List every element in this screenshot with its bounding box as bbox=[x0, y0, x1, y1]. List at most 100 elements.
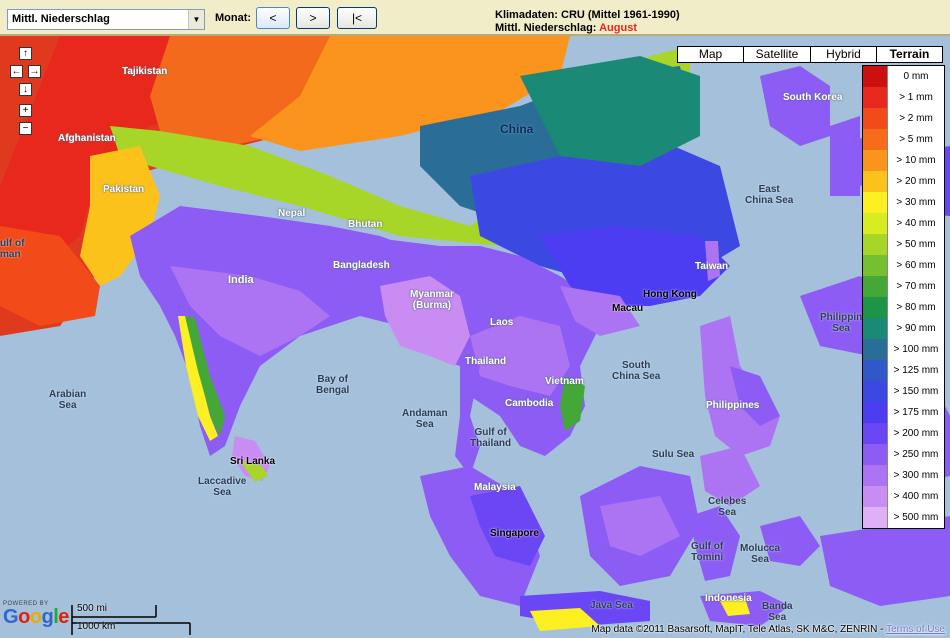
label-sri-lanka: Sri Lanka bbox=[230, 456, 276, 467]
label-cambodia: Cambodia bbox=[505, 398, 554, 409]
label-vietnam: Vietnam bbox=[545, 376, 584, 387]
label-java-sea: Java Sea bbox=[590, 600, 633, 611]
maptype-map-button[interactable]: Map bbox=[677, 46, 744, 63]
variable-select[interactable]: Mittl. Niederschlag ▼ bbox=[7, 9, 205, 30]
legend-label: > 400 mm bbox=[893, 491, 939, 502]
zoom-in-icon[interactable]: + bbox=[19, 104, 32, 117]
scale-bar: 500 mi 1000 km bbox=[70, 603, 230, 637]
pan-up-icon[interactable]: ↑ bbox=[19, 47, 32, 60]
legend-swatch bbox=[863, 339, 888, 360]
legend-row: > 100 mm bbox=[863, 339, 944, 360]
legend-swatch bbox=[863, 213, 888, 234]
legend-swatch bbox=[863, 66, 888, 87]
legend-row: > 50 mm bbox=[863, 234, 944, 255]
label-taiwan: Taiwan bbox=[695, 261, 729, 272]
label-thailand: Thailand bbox=[465, 356, 507, 367]
legend-swatch bbox=[863, 255, 888, 276]
label-laccadive-sea: Laccadive Sea bbox=[198, 476, 246, 498]
legend-swatch bbox=[863, 402, 888, 423]
legend-swatch bbox=[863, 129, 888, 150]
label-myanmar-line1: Myanmar bbox=[410, 289, 454, 300]
maptype-terrain-button[interactable]: Terrain bbox=[876, 46, 943, 63]
label-nepal: Nepal bbox=[278, 208, 306, 219]
maptype-satellite-button[interactable]: Satellite bbox=[743, 46, 811, 63]
scale-mi: 500 mi bbox=[77, 603, 108, 614]
legend-row: > 80 mm bbox=[863, 297, 944, 318]
maptype-hybrid-button[interactable]: Hybrid bbox=[810, 46, 877, 63]
legend-swatch bbox=[863, 423, 888, 444]
next-month-button[interactable]: > bbox=[296, 7, 330, 29]
chevron-down-icon[interactable]: ▼ bbox=[188, 10, 204, 29]
label-south-china-sea-line2: China Sea bbox=[612, 371, 661, 382]
legend-label: > 125 mm bbox=[893, 365, 939, 376]
legend-row: > 200 mm bbox=[863, 423, 944, 444]
label-gulf-of-thailand-line1: Gulf of bbox=[474, 427, 507, 438]
zoom-out-icon[interactable]: − bbox=[19, 122, 32, 135]
attribution-text: Map data ©2011 Basarsoft, MapIT, Tele At… bbox=[591, 624, 887, 635]
label-hong-kong: Hong Kong bbox=[643, 289, 697, 300]
legend-row: > 250 mm bbox=[863, 444, 944, 465]
legend-swatch bbox=[863, 486, 888, 507]
legend-row: > 60 mm bbox=[863, 255, 944, 276]
label-bhutan: Bhutan bbox=[348, 219, 383, 230]
label-laccadive-sea-line2: Sea bbox=[213, 487, 232, 498]
legend-row: > 150 mm bbox=[863, 381, 944, 402]
label-gulf-of-tomini-line2: Tomini bbox=[691, 552, 724, 563]
label-gulf-of-thailand-line2: Thailand bbox=[470, 438, 512, 449]
legend-label: > 200 mm bbox=[893, 428, 939, 439]
first-month-button[interactable]: |< bbox=[337, 7, 377, 29]
label-gulf-of-thailand: Gulf of Thailand bbox=[470, 427, 511, 449]
legend-row: > 400 mm bbox=[863, 486, 944, 507]
pan-down-icon[interactable]: ↓ bbox=[19, 83, 32, 96]
legend-swatch bbox=[863, 276, 888, 297]
legend-row: > 20 mm bbox=[863, 171, 944, 192]
label-indonesia: Indonesia bbox=[705, 593, 752, 604]
pan-left-icon[interactable]: ← bbox=[10, 65, 23, 78]
month-label: Monat: bbox=[215, 12, 252, 24]
prev-month-button[interactable]: < bbox=[256, 7, 290, 29]
label-arabian-sea-line1: Arabian bbox=[49, 389, 87, 400]
legend-label: > 1 mm bbox=[899, 92, 933, 103]
label-andaman-sea-line2: Sea bbox=[415, 419, 434, 430]
legend-row: > 30 mm bbox=[863, 192, 944, 213]
legend-row: > 125 mm bbox=[863, 360, 944, 381]
legend-label: > 70 mm bbox=[896, 281, 936, 292]
label-south-korea: South Korea bbox=[783, 92, 843, 103]
label-molucca-sea-line1: Molucca bbox=[740, 543, 781, 554]
legend-label: > 250 mm bbox=[893, 449, 939, 460]
legend-label: > 5 mm bbox=[899, 134, 933, 145]
scale-km: 1000 km bbox=[77, 621, 116, 632]
label-molucca-sea: Molucca Sea bbox=[740, 543, 780, 565]
label-gulf-of-oman: ulf of man bbox=[0, 238, 24, 260]
legend-row: > 40 mm bbox=[863, 213, 944, 234]
legend-swatch bbox=[863, 87, 888, 108]
label-celebes-sea-line2: Sea bbox=[718, 507, 737, 518]
pan-right-icon[interactable]: → bbox=[28, 65, 41, 78]
legend-label: > 2 mm bbox=[899, 113, 933, 124]
label-myanmar: Myanmar (Burma) bbox=[410, 289, 454, 311]
legend-label: > 500 mm bbox=[893, 512, 939, 523]
label-china: China bbox=[500, 122, 534, 136]
google-logo[interactable]: POWERED BY Google bbox=[3, 601, 69, 627]
label-celebes-sea-line1: Celebes bbox=[708, 496, 747, 507]
label-bangladesh: Bangladesh bbox=[333, 260, 390, 271]
label-singapore: Singapore bbox=[490, 528, 539, 539]
map-canvas[interactable]: Tajikistan Afghanistan Pakistan ulf of ma… bbox=[0, 36, 950, 638]
label-philippines: Philippines bbox=[706, 400, 760, 411]
label-gulf-of-oman-line1: ulf of bbox=[0, 238, 25, 249]
legend-label: > 300 mm bbox=[893, 470, 939, 481]
legend-row: > 2 mm bbox=[863, 108, 944, 129]
label-south-china-sea: South China Sea bbox=[612, 360, 660, 382]
label-bay-of-bengal-line1: Bay of bbox=[317, 374, 348, 385]
label-macau: Macau bbox=[612, 303, 644, 314]
label-molucca-sea-line2: Sea bbox=[751, 554, 769, 565]
legend-label: > 50 mm bbox=[896, 239, 936, 250]
legend-row: > 90 mm bbox=[863, 318, 944, 339]
terms-of-use-link[interactable]: Terms of Use bbox=[886, 624, 945, 635]
legend-swatch bbox=[863, 108, 888, 129]
legend-swatch bbox=[863, 444, 888, 465]
legend-swatch bbox=[863, 465, 888, 486]
label-south-china-sea-line1: South bbox=[622, 360, 651, 371]
legend-swatch bbox=[863, 360, 888, 381]
legend-label: > 80 mm bbox=[896, 302, 936, 313]
